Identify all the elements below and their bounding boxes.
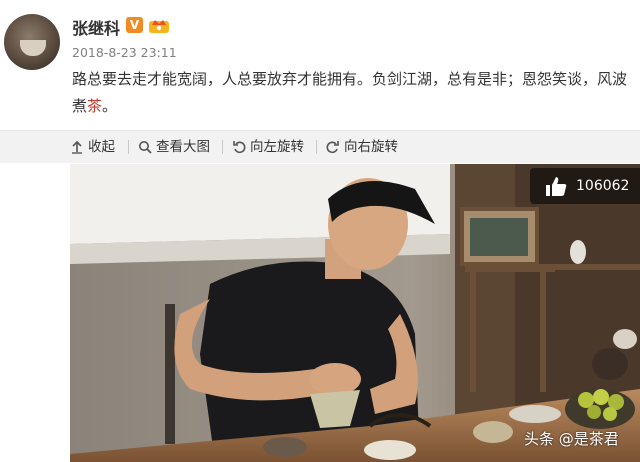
view-large-button[interactable]: 查看大图 [138, 131, 210, 163]
username[interactable]: 张继科 [72, 15, 120, 39]
rotate-right-button[interactable]: 向右旋转 [326, 131, 398, 163]
toolbar-divider [128, 140, 129, 154]
photo-scene [70, 164, 640, 462]
like-count: 106062 [576, 178, 630, 194]
post-photo[interactable] [70, 164, 640, 462]
rotate-right-icon [326, 141, 339, 154]
post-text-highlight[interactable]: 茶 [87, 97, 102, 115]
watermark-text: 头条 @是茶君 [524, 430, 619, 448]
rotate-right-label: 向右旋转 [344, 139, 398, 155]
post-header: 张继科 V 2018-8-23 23:11 路总要去走才能宽阔，人总要放弃才能拥… [0, 0, 640, 130]
view-large-label: 查看大图 [156, 139, 210, 155]
rotate-left-icon [233, 141, 246, 154]
magnifier-icon [139, 141, 152, 154]
like-button[interactable]: 106062 [530, 168, 640, 204]
image-toolbar: 收起 查看大图 向左旋转 向右旋转 [0, 130, 640, 163]
rotate-left-button[interactable]: 向左旋转 [232, 131, 304, 163]
arrow-up-icon [72, 140, 82, 154]
verified-badge: V [126, 17, 143, 33]
rotate-left-label: 向左旋转 [250, 139, 304, 155]
toolbar-divider [316, 140, 317, 154]
avatar[interactable] [4, 14, 60, 70]
post-text-main: 路总要去走才能宽阔，人总要放弃才能拥有。负剑江湖，总有是非；恩怨笑谈，风波煮 [72, 70, 628, 115]
thumbs-up-icon [546, 177, 567, 196]
post-timestamp[interactable]: 2018-8-23 23:11 [72, 45, 177, 60]
vip-crown-icon [149, 20, 169, 33]
collapse-label: 收起 [88, 139, 115, 155]
post-text-end: 。 [102, 97, 118, 115]
collapse-button[interactable]: 收起 [70, 131, 115, 163]
post-text: 路总要去走才能宽阔，人总要放弃才能拥有。负剑江湖，总有是非；恩怨笑谈，风波煮茶。 [72, 66, 632, 120]
toolbar-divider [222, 140, 223, 154]
avatar-teacup-shape [20, 40, 46, 56]
